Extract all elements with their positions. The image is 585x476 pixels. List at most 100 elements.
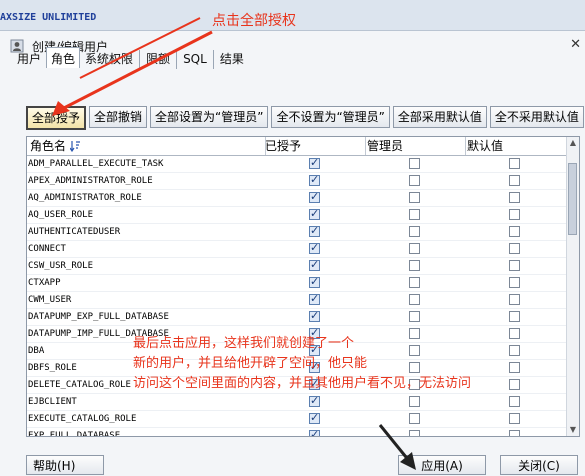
granted-checkbox[interactable] bbox=[309, 292, 320, 305]
role-name: CWM_USER bbox=[28, 295, 72, 305]
role-name: DBA bbox=[28, 346, 45, 356]
default-checkbox[interactable] bbox=[509, 175, 520, 186]
granted-checkbox[interactable] bbox=[309, 394, 320, 407]
annotation-top: 点击全部授权 bbox=[212, 13, 296, 29]
annotation-line-2: 新的用户，并且给他开辟了空间，他只能 bbox=[133, 356, 368, 371]
table-row[interactable]: CONNECT bbox=[27, 241, 567, 258]
admin-checkbox[interactable] bbox=[409, 277, 420, 288]
column-header-admin[interactable]: 管理员 bbox=[367, 137, 403, 155]
default-checkbox[interactable] bbox=[509, 226, 520, 237]
sort-descending-icon[interactable] bbox=[69, 140, 80, 153]
role-name: CSW_USR_ROLE bbox=[28, 261, 94, 271]
default-checkbox[interactable] bbox=[509, 243, 520, 254]
default-checkbox[interactable] bbox=[509, 158, 520, 169]
default-checkbox[interactable] bbox=[509, 345, 520, 356]
admin-checkbox[interactable] bbox=[409, 362, 420, 373]
granted-checkbox[interactable] bbox=[309, 258, 320, 271]
default-checkbox[interactable] bbox=[509, 413, 520, 424]
table-row[interactable]: EJBCLIENT bbox=[27, 394, 567, 411]
table-body: ADM_PARALLEL_EXECUTE_TASK APEX_ADMINISTRA… bbox=[27, 156, 567, 437]
table-row[interactable]: AQ_USER_ROLE bbox=[27, 207, 567, 224]
role-name: DELETE_CATALOG_ROLE bbox=[28, 380, 131, 390]
column-divider bbox=[465, 137, 466, 155]
table-row[interactable]: AQ_ADMINISTRATOR_ROLE bbox=[27, 190, 567, 207]
scroll-up-icon[interactable]: ▲ bbox=[567, 137, 579, 149]
granted-checkbox[interactable] bbox=[309, 275, 320, 288]
close-button[interactable]: 关闭(C) bbox=[500, 455, 578, 475]
column-header-role-label: 角色名 bbox=[30, 139, 67, 153]
default-checkbox[interactable] bbox=[509, 277, 520, 288]
grant-all-button[interactable]: 全部授予 bbox=[26, 106, 87, 130]
admin-checkbox[interactable] bbox=[409, 192, 420, 203]
tab-separator bbox=[139, 50, 141, 69]
table-row[interactable]: AUTHENTICATEDUSER bbox=[27, 224, 567, 241]
tab-results[interactable]: 结果 bbox=[215, 47, 249, 68]
role-name: AQ_ADMINISTRATOR_ROLE bbox=[28, 193, 142, 203]
role-name: EXP_FULL_DATABASE bbox=[28, 431, 121, 437]
default-checkbox[interactable] bbox=[509, 396, 520, 407]
default-checkbox[interactable] bbox=[509, 311, 520, 322]
table-row[interactable]: CTXAPP bbox=[27, 275, 567, 292]
table-row[interactable]: DATAPUMP_EXP_FULL_DATABASE bbox=[27, 309, 567, 326]
table-row[interactable]: CWM_USER bbox=[27, 292, 567, 309]
annotation-line-1: 最后点击应用，这样我们就创建了一个 bbox=[133, 336, 355, 351]
granted-checkbox[interactable] bbox=[309, 156, 320, 169]
admin-checkbox[interactable] bbox=[409, 243, 420, 254]
admin-checkbox[interactable] bbox=[409, 328, 420, 339]
default-checkbox[interactable] bbox=[509, 209, 520, 220]
set-all-admin-button[interactable]: 全部设置为“管理员” bbox=[150, 106, 269, 128]
tab-user[interactable]: 用户 bbox=[12, 47, 46, 68]
admin-checkbox[interactable] bbox=[409, 226, 420, 237]
apply-button[interactable]: 应用(A) bbox=[398, 455, 486, 475]
admin-checkbox[interactable] bbox=[409, 260, 420, 271]
table-row[interactable]: ADM_PARALLEL_EXECUTE_TASK bbox=[27, 156, 567, 173]
tab-roles[interactable]: 角色 bbox=[46, 47, 81, 68]
default-checkbox[interactable] bbox=[509, 192, 520, 203]
scrollbar-thumb[interactable] bbox=[568, 163, 577, 235]
default-checkbox[interactable] bbox=[509, 260, 520, 271]
unset-all-admin-button[interactable]: 全不设置为“管理员” bbox=[271, 106, 390, 128]
help-button[interactable]: 帮助(H) bbox=[26, 455, 104, 475]
granted-checkbox[interactable] bbox=[309, 207, 320, 220]
admin-checkbox[interactable] bbox=[409, 345, 420, 356]
default-checkbox[interactable] bbox=[509, 328, 520, 339]
default-checkbox[interactable] bbox=[509, 379, 520, 390]
default-checkbox[interactable] bbox=[509, 294, 520, 305]
admin-checkbox[interactable] bbox=[409, 294, 420, 305]
scroll-down-icon[interactable]: ▼ bbox=[567, 424, 579, 436]
tab-quotas[interactable]: 限额 bbox=[141, 47, 175, 68]
revoke-all-button[interactable]: 全部撤销 bbox=[89, 106, 148, 128]
granted-checkbox[interactable] bbox=[309, 241, 320, 254]
granted-checkbox[interactable] bbox=[309, 411, 320, 424]
default-checkbox[interactable] bbox=[509, 362, 520, 373]
admin-checkbox[interactable] bbox=[409, 158, 420, 169]
granted-checkbox[interactable] bbox=[309, 173, 320, 186]
granted-checkbox[interactable] bbox=[309, 190, 320, 203]
table-row[interactable]: APEX_ADMINISTRATOR_ROLE bbox=[27, 173, 567, 190]
vertical-scrollbar[interactable]: ▲ ▼ bbox=[566, 137, 579, 436]
close-icon[interactable]: ✕ bbox=[570, 37, 581, 52]
tab-sql[interactable]: SQL bbox=[178, 47, 212, 68]
admin-checkbox[interactable] bbox=[409, 209, 420, 220]
granted-checkbox[interactable] bbox=[309, 224, 320, 237]
table-row[interactable]: EXECUTE_CATALOG_ROLE bbox=[27, 411, 567, 428]
admin-checkbox[interactable] bbox=[409, 396, 420, 407]
no-default-all-button[interactable]: 全不采用默认值 bbox=[489, 106, 584, 128]
column-header-default[interactable]: 默认值 bbox=[467, 137, 503, 155]
role-name: AQ_USER_ROLE bbox=[28, 210, 94, 220]
role-name: CTXAPP bbox=[28, 278, 61, 288]
admin-checkbox[interactable] bbox=[409, 413, 420, 424]
table-row[interactable]: EXP_FULL_DATABASE bbox=[27, 428, 567, 437]
column-header-granted[interactable]: 已授予 bbox=[265, 137, 301, 155]
default-all-button[interactable]: 全部采用默认值 bbox=[392, 106, 487, 128]
admin-checkbox[interactable] bbox=[409, 311, 420, 322]
granted-checkbox[interactable] bbox=[309, 309, 320, 322]
granted-checkbox[interactable] bbox=[309, 428, 320, 436]
column-header-role[interactable]: 角色名 bbox=[30, 137, 80, 155]
default-checkbox[interactable] bbox=[509, 430, 520, 436]
admin-checkbox[interactable] bbox=[409, 175, 420, 186]
role-name: CONNECT bbox=[28, 244, 66, 254]
tab-system-privileges[interactable]: 系统权限 bbox=[80, 47, 138, 68]
table-row[interactable]: CSW_USR_ROLE bbox=[27, 258, 567, 275]
admin-checkbox[interactable] bbox=[409, 430, 420, 436]
